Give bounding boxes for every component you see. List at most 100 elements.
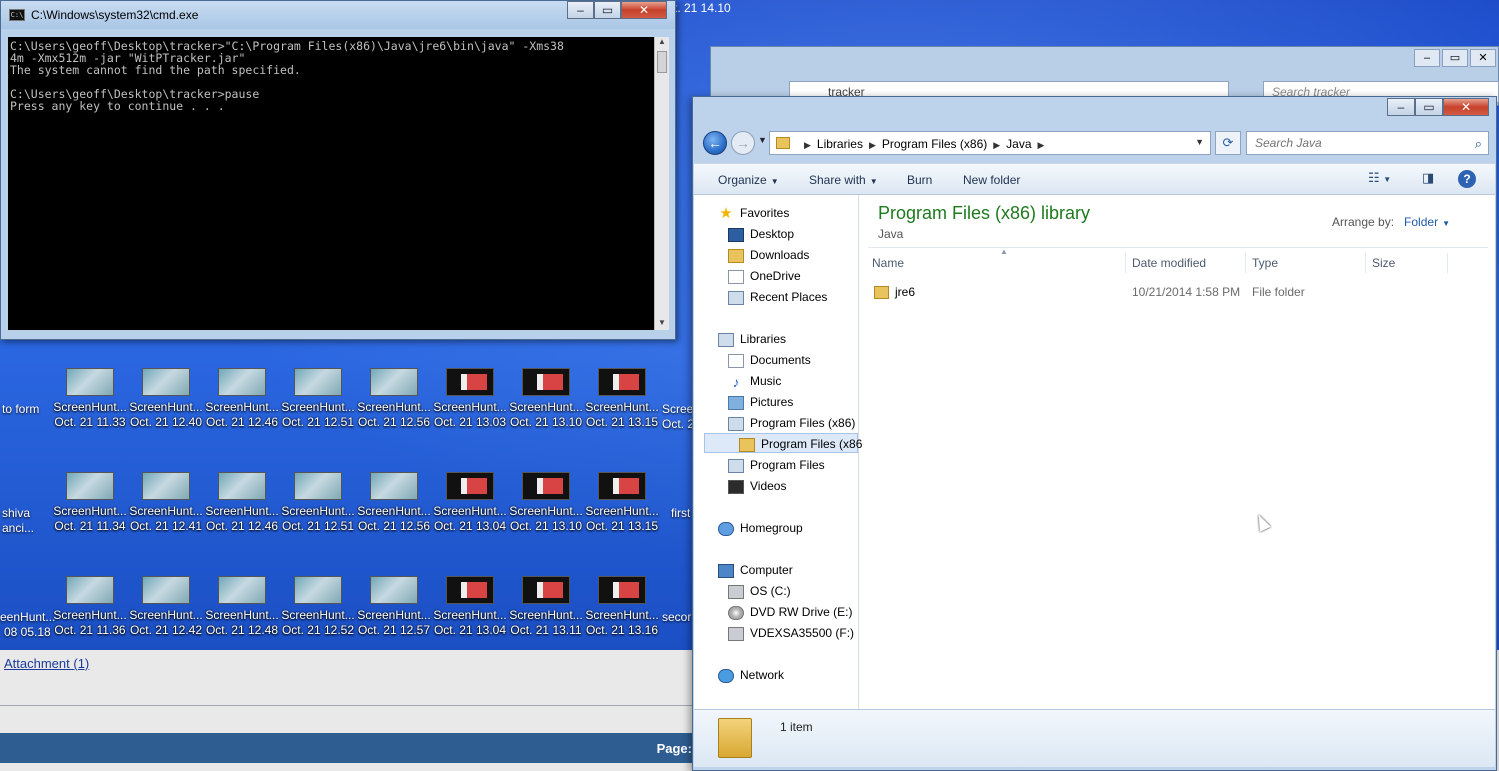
explorer-window[interactable]: – ▭ ✕ ← → ▼ ▶ Libraries ▶ Program Files (x8…: [692, 96, 1497, 771]
nav-program-files-x86[interactable]: Program Files (x86): [728, 413, 855, 433]
nav-downloads[interactable]: Downloads: [728, 245, 809, 265]
desktop-icon[interactable]: ScreenHunt... Oct. 21 11.34: [52, 472, 128, 534]
nav-libraries[interactable]: Libraries: [718, 329, 786, 349]
maximize-button[interactable]: ▭: [1415, 98, 1443, 116]
nav-pictures[interactable]: Pictures: [728, 392, 793, 412]
breadcrumb-separator-icon[interactable]: ▶: [993, 140, 1000, 150]
desktop-icon[interactable]: ScreenHunt... Oct. 21 13.04: [432, 576, 508, 638]
file-list-pane[interactable]: Program Files (x86) library Java Arrange…: [860, 195, 1495, 709]
column-header-date-modified[interactable]: Date modified: [1128, 253, 1246, 273]
desktop-icon[interactable]: ScreenHunt... Oct. 21 12.48: [204, 576, 280, 638]
breadcrumb[interactable]: ▶ Libraries ▶ Program Files (x86) ▶ Java ▶: [798, 137, 1050, 151]
desktop-icon-partial-label[interactable]: eenHunt...: [0, 610, 55, 624]
desktop-icon[interactable]: ScreenHunt... Oct. 21 13.15: [584, 472, 660, 534]
desktop-icon[interactable]: ScreenHunt... Oct. 21 12.46: [204, 472, 280, 534]
arrange-by-value[interactable]: Folder: [1404, 215, 1438, 229]
breadcrumb-item[interactable]: Program Files (x86): [882, 137, 987, 151]
nav-program-files[interactable]: Program Files: [728, 455, 825, 475]
minimize-button[interactable]: –: [567, 1, 594, 19]
breadcrumb-separator-icon[interactable]: ▶: [1038, 140, 1045, 150]
nav-desktop[interactable]: Desktop: [728, 224, 794, 244]
console-scrollbar[interactable]: ▲ ▼: [654, 37, 669, 330]
scroll-thumb[interactable]: [657, 51, 667, 73]
desktop-icon[interactable]: ScreenHunt... Oct. 21 13.16: [584, 576, 660, 638]
desktop-icon[interactable]: ScreenHunt... Oct. 21 12.57: [356, 576, 432, 638]
search-icon[interactable]: ⌕: [1475, 136, 1482, 152]
scroll-up-icon[interactable]: ▲: [655, 37, 669, 49]
nav-videos[interactable]: Videos: [728, 476, 786, 496]
search-input[interactable]: [1247, 132, 1462, 154]
desktop-icon[interactable]: ScreenHunt... Oct. 21 12.42: [128, 576, 204, 638]
desktop-icon-partial-label[interactable]: 08 05.18: [4, 625, 51, 639]
desktop-icon[interactable]: ScreenHunt... Oct. 21 12.41: [128, 472, 204, 534]
cmd-titlebar[interactable]: C:\ C:\Windows\system32\cmd.exe – ▭ ✕: [1, 1, 675, 29]
column-header-type[interactable]: Type: [1248, 253, 1366, 273]
console-output[interactable]: C:\Users\geoff\Desktop\tracker>"C:\Progr…: [8, 37, 654, 330]
chevron-down-icon[interactable]: ▼: [1442, 219, 1450, 228]
minimize-button[interactable]: –: [1387, 98, 1415, 116]
nav-network[interactable]: Network: [718, 665, 784, 685]
close-button[interactable]: ✕: [1443, 98, 1489, 116]
breadcrumb-item[interactable]: Java: [1006, 137, 1031, 151]
arrange-by[interactable]: Arrange by: Folder ▼: [1332, 215, 1450, 229]
navigation-pane[interactable]: ★ Favorites Desktop Downloads OneDrive Re…: [694, 195, 862, 709]
back-button[interactable]: ←: [703, 131, 727, 155]
help-icon[interactable]: ?: [1458, 170, 1476, 188]
nav-program-files-x86-folder[interactable]: Program Files (x86: [704, 433, 862, 453]
desktop-icon-partial-label[interactable]: first: [671, 506, 690, 520]
nav-onedrive[interactable]: OneDrive: [728, 266, 801, 286]
desktop-icon[interactable]: ScreenHunt... Oct. 21 12.46: [204, 368, 280, 430]
breadcrumb-item[interactable]: Libraries: [817, 137, 863, 151]
search-box[interactable]: ⌕: [1246, 131, 1489, 155]
desktop-icon[interactable]: ScreenHunt... Oct. 21 11.36: [52, 576, 128, 638]
nav-homegroup[interactable]: Homegroup: [718, 518, 803, 538]
desktop-icon[interactable]: ScreenHunt... Oct. 21 11.33: [52, 368, 128, 430]
preview-pane-icon[interactable]: ◨: [1422, 170, 1434, 190]
desktop-icon-partial-label[interactable]: Oct. 2: [662, 417, 694, 431]
desktop-icon-partial-label[interactable]: anci...: [2, 521, 34, 535]
desktop-icon[interactable]: ScreenHunt... Oct. 21 12.56: [356, 472, 432, 534]
desktop-icon[interactable]: ScreenHunt... Oct. 21 13.03: [432, 368, 508, 430]
new-folder-button[interactable]: New folder: [963, 173, 1020, 187]
organize-button[interactable]: Organize ▼: [718, 173, 779, 187]
nav-recent-places[interactable]: Recent Places: [728, 287, 827, 307]
nav-computer[interactable]: Computer: [718, 560, 793, 580]
close-button[interactable]: ✕: [621, 1, 667, 19]
desktop-icon[interactable]: ScreenHunt... Oct. 21 13.15: [584, 368, 660, 430]
desktop-icon-partial-label[interactable]: shiva: [2, 506, 30, 520]
address-chevron-down-icon[interactable]: ▼: [1195, 137, 1204, 147]
breadcrumb-separator-icon[interactable]: ▶: [869, 140, 876, 150]
address-bar[interactable]: ▶ Libraries ▶ Program Files (x86) ▶ Java ▶ ▼: [769, 131, 1211, 155]
table-row[interactable]: jre6 10/21/2014 1:58 PM File folder: [874, 281, 1494, 303]
cmd-window[interactable]: C:\ C:\Windows\system32\cmd.exe – ▭ ✕ C:…: [0, 0, 676, 340]
desktop-icon[interactable]: ScreenHunt... Oct. 21 12.51: [280, 368, 356, 430]
column-header-size[interactable]: Size: [1368, 253, 1448, 273]
desktop-icon-partial-label[interactable]: Scree: [662, 402, 693, 416]
breadcrumb-separator-icon[interactable]: ▶: [804, 140, 811, 150]
maximize-button[interactable]: ▭: [594, 1, 621, 19]
desktop-icon[interactable]: ScreenHunt... Oct. 21 13.11: [508, 576, 584, 638]
desktop-icon[interactable]: ScreenHunt... Oct. 21 12.56: [356, 368, 432, 430]
burn-button[interactable]: Burn: [907, 173, 932, 187]
nav-documents[interactable]: Documents: [728, 350, 811, 370]
desktop-icon[interactable]: ScreenHunt... Oct. 21 12.52: [280, 576, 356, 638]
attachment-link[interactable]: Attachment (1): [4, 656, 89, 671]
nav-favorites[interactable]: ★ Favorites: [718, 203, 789, 223]
share-with-button[interactable]: Share with ▼: [809, 173, 878, 187]
desktop-icon[interactable]: ScreenHunt... Oct. 21 13.10: [508, 368, 584, 430]
forward-button[interactable]: →: [731, 131, 755, 155]
nav-os-c[interactable]: OS (C:): [728, 581, 791, 601]
nav-dvd-drive[interactable]: DVD RW Drive (E:): [728, 602, 852, 622]
desktop-icon[interactable]: ScreenHunt... Oct. 21 12.51: [280, 472, 356, 534]
desktop-icon[interactable]: ScreenHunt... Oct. 21 13.04: [432, 472, 508, 534]
nav-vdex-drive[interactable]: VDEXSA35500 (F:): [728, 623, 854, 643]
refresh-button[interactable]: ⟳: [1215, 131, 1241, 155]
nav-music[interactable]: ♪ Music: [728, 371, 782, 391]
view-options-icon[interactable]: ☷ ▼: [1368, 170, 1391, 190]
desktop-icon[interactable]: ScreenHunt... Oct. 21 13.10: [508, 472, 584, 534]
minimize-button[interactable]: –: [1414, 49, 1440, 67]
desktop-icon[interactable]: ScreenHunt... Oct. 21 12.40: [128, 368, 204, 430]
maximize-button[interactable]: ▭: [1442, 49, 1468, 67]
scroll-down-icon[interactable]: ▼: [655, 318, 669, 330]
desktop-icon-partial-label[interactable]: secor: [662, 610, 691, 624]
